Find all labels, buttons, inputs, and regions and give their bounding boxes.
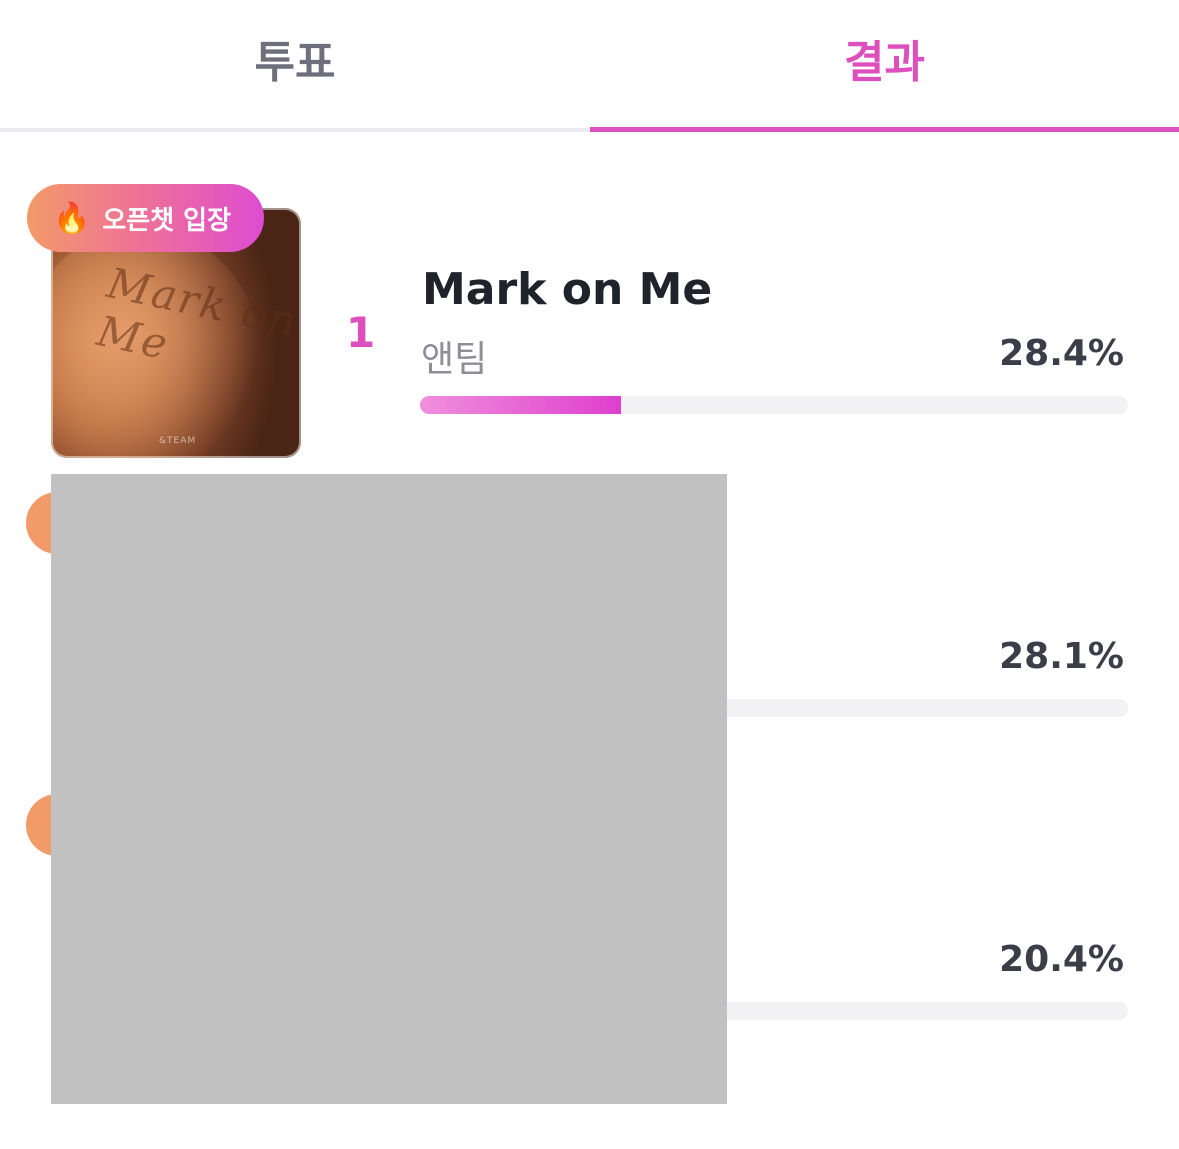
tab-result[interactable]: 결과 [590, 0, 1179, 132]
tab-vote-label: 투표 [254, 37, 336, 88]
rank-number: 1 [346, 308, 376, 357]
vote-progress-fill [420, 396, 622, 414]
fire-icon: 🔥 [53, 200, 91, 236]
vote-percentage: 28.4% [999, 333, 1124, 374]
song-title: Mark on Me [422, 264, 713, 315]
vote-progress-bar [420, 396, 1128, 414]
redaction-overlay [51, 474, 727, 1104]
artist-name: 앤팀 [421, 339, 488, 380]
tab-vote-underline [0, 128, 590, 132]
tab-vote[interactable]: 투표 [0, 0, 590, 132]
open-chat-label: 오픈챗 입장 [102, 205, 232, 236]
vote-percentage: 20.4% [999, 939, 1124, 980]
open-chat-button[interactable]: 🔥 오픈챗 입장 [27, 184, 264, 252]
tab-result-underline [590, 127, 1179, 132]
tab-result-label: 결과 [844, 37, 925, 88]
album-cover-brand-mark: &TEAM [159, 436, 197, 446]
result-tabs: 투표 결과 [0, 0, 1179, 132]
vote-percentage: 28.1% [999, 636, 1124, 677]
